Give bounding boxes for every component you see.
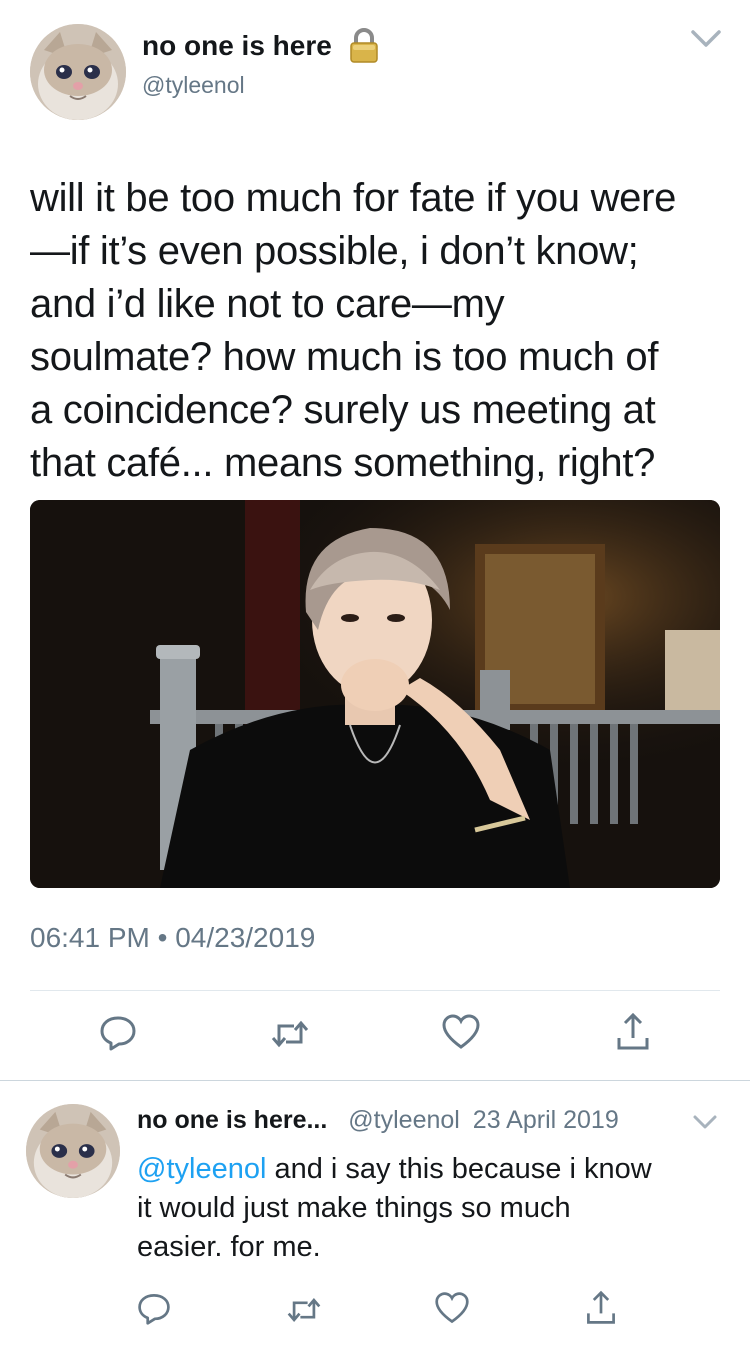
retweet-icon [287, 1298, 321, 1322]
reply-date[interactable]: 23 April 2019 [473, 1106, 619, 1134]
divider [30, 990, 720, 991]
mention-link[interactable]: @tyleenol [137, 1153, 266, 1185]
reply-button[interactable] [98, 1012, 138, 1052]
chevron-down-icon[interactable] [692, 1114, 718, 1132]
tweet-text-line: —if it’s even possible, i don’t know; [30, 229, 639, 273]
person-photo-image [30, 500, 720, 888]
like-button[interactable] [434, 1290, 474, 1330]
like-button[interactable] [441, 1012, 481, 1052]
share-icon [587, 1290, 615, 1324]
reply-button[interactable] [136, 1290, 176, 1330]
retweet-icon [271, 1020, 309, 1048]
reply-icon [100, 1016, 136, 1051]
retweet-button[interactable] [270, 1014, 310, 1054]
avatar[interactable] [26, 1104, 120, 1198]
display-name[interactable]: no one is here... [137, 1106, 327, 1134]
divider [0, 1080, 750, 1081]
reply-text-fragment: and i say this because i know [266, 1153, 652, 1185]
tweet-text: will it be too much for fate if you were… [30, 172, 730, 490]
chevron-down-icon[interactable] [690, 28, 722, 50]
share-icon [617, 1012, 649, 1050]
handle[interactable]: @tyleenol [348, 1106, 460, 1134]
avatar[interactable] [30, 24, 126, 120]
tweet-text-line: that café... means something, right? [30, 441, 656, 485]
timestamp: 06:41 PM • 04/23/2019 [30, 922, 316, 953]
like-icon [435, 1292, 469, 1324]
reply-icon [138, 1294, 170, 1325]
like-icon [442, 1014, 480, 1049]
cat-avatar-image [26, 1104, 120, 1198]
display-name[interactable]: no one is here [142, 30, 332, 62]
reply-text-line: easier. for me. [137, 1231, 321, 1263]
reply-text-line: @tyleenol and i say this because i know [137, 1150, 737, 1189]
lock-icon [347, 28, 381, 64]
handle[interactable]: @tyleenol [142, 72, 245, 99]
reply-text-line: it would just make things so much [137, 1192, 571, 1224]
reply-text: @tyleenol and i say this because i know … [137, 1150, 737, 1267]
retweet-button[interactable] [286, 1292, 326, 1332]
tweet-photo[interactable] [30, 500, 720, 888]
reply-header: no one is here... @tyleenol 23 April 201… [137, 1106, 619, 1135]
tweet-text-line: and i’d like not to care—my [30, 282, 505, 326]
cat-avatar-image [30, 24, 126, 120]
tweet-text-line: a coincidence? surely us meeting at [30, 388, 656, 432]
share-button[interactable] [613, 1010, 653, 1050]
tweet-text-line: soulmate? how much is too much of [30, 335, 659, 379]
share-button[interactable] [583, 1288, 623, 1328]
tweet-text-line: will it be too much for fate if you were [30, 176, 677, 220]
